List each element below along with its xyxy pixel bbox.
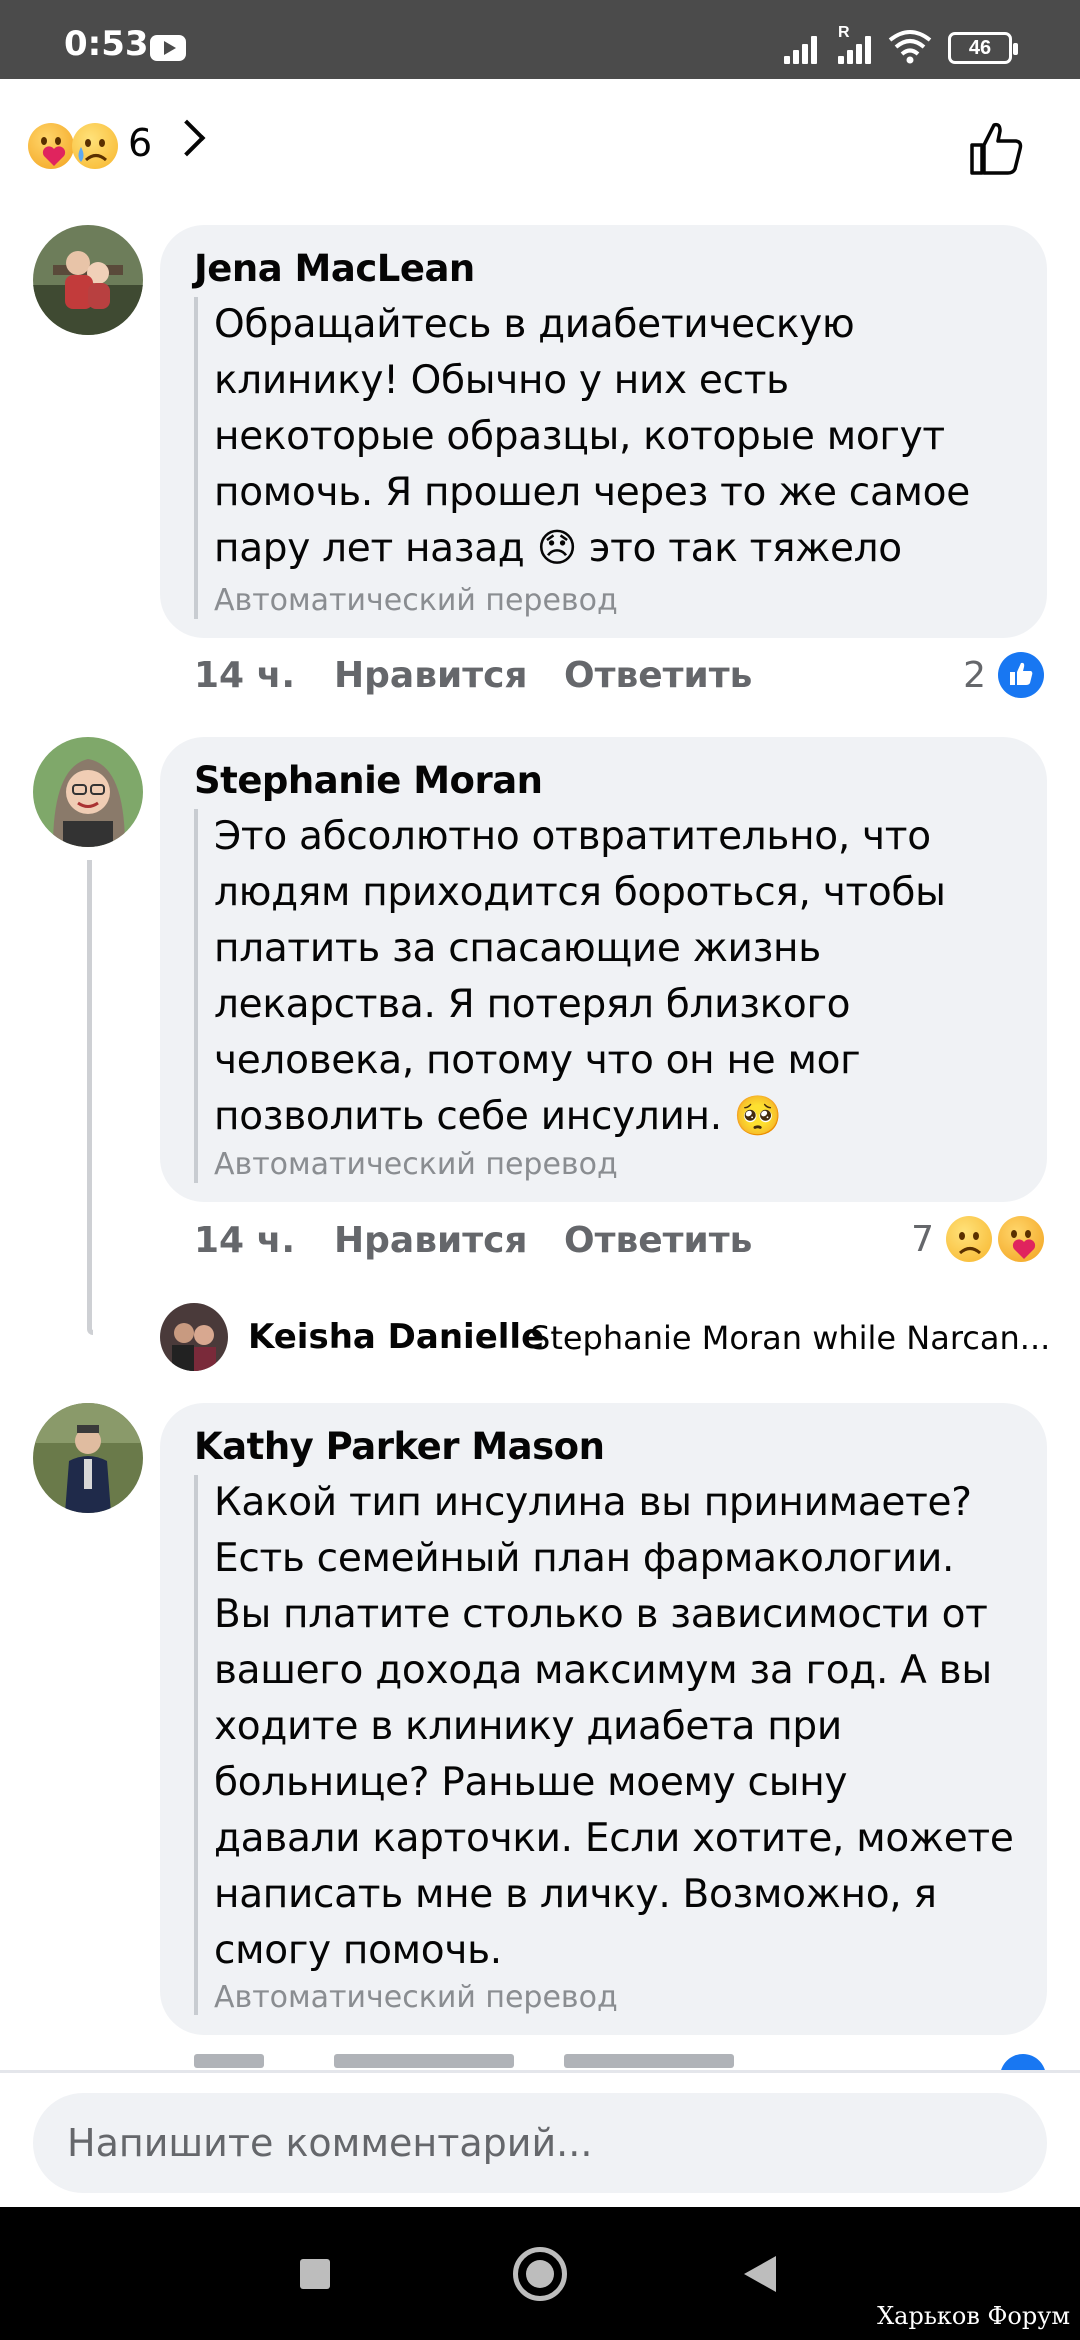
- avatar[interactable]: [33, 1403, 143, 1513]
- clipped-like-reaction-icon: [1000, 2054, 1046, 2070]
- reactions-count: 6: [128, 121, 153, 165]
- chevron-right-icon: [168, 119, 206, 157]
- hug-emoji-icon: [28, 123, 74, 169]
- comment-time: 14 ч.: [194, 1220, 296, 1261]
- clipped-time: [194, 2054, 264, 2068]
- like-reaction-icon: [998, 652, 1044, 698]
- auto-translated-label[interactable]: Автоматический перевод: [214, 583, 618, 618]
- auto-translated-label[interactable]: Автоматический перевод: [214, 1980, 618, 2015]
- comment-time: 14 ч.: [194, 655, 296, 696]
- youtube-notification-icon: [150, 35, 186, 61]
- wifi-icon: [888, 30, 932, 64]
- comment-input[interactable]: Напишите комментарий...: [33, 2093, 1047, 2193]
- status-bar: 0:53 R 46: [0, 0, 1080, 79]
- comment-author[interactable]: Jena MacLean: [194, 247, 475, 290]
- home-icon[interactable]: [513, 2247, 567, 2301]
- sad-tear-emoji-icon: [72, 123, 118, 169]
- comment-reactions[interactable]: 2: [963, 651, 1044, 699]
- like-button[interactable]: Нравится: [334, 655, 528, 696]
- reply-button[interactable]: Ответить: [564, 655, 752, 696]
- comment-text: Какой тип инсулина вы принимаете? Есть с…: [214, 1480, 1014, 1973]
- avatar[interactable]: [160, 1303, 228, 1371]
- quote-bar: [194, 809, 198, 1183]
- avatar[interactable]: [33, 225, 143, 335]
- reply-text: Stephanie Moran while Narcan...: [530, 1319, 1051, 1357]
- battery-indicator: 46: [948, 32, 1018, 64]
- reaction-count: 7: [911, 1218, 934, 1260]
- clipped-reply: [564, 2054, 734, 2068]
- quote-bar: [194, 297, 198, 619]
- hug-emoji-icon: [998, 1216, 1044, 1262]
- like-button[interactable]: Нравится: [334, 1220, 528, 1261]
- clipped-actions-row: [0, 2052, 1080, 2070]
- comment-actions: 14 ч. Нравится Ответить: [194, 655, 1080, 711]
- recent-apps-icon[interactable]: [300, 2259, 330, 2289]
- signal-icon: [780, 30, 824, 64]
- signal-roaming-icon: R: [834, 24, 878, 64]
- comment-bubble: Kathy Parker Mason Какой тип инсулина вы…: [160, 1403, 1047, 2035]
- comment-author[interactable]: Kathy Parker Mason: [194, 1425, 605, 1468]
- comment-bubble: Stephanie Moran Это абсолютно отвратител…: [160, 737, 1047, 1202]
- reply-author[interactable]: Keisha Danielle: [248, 1317, 544, 1357]
- comment-reactions[interactable]: 7: [911, 1215, 1044, 1263]
- comment-composer: Напишите комментарий...: [0, 2073, 1080, 2207]
- comment-author[interactable]: Stephanie Moran: [194, 759, 543, 802]
- reactions-header[interactable]: 6: [0, 79, 1080, 209]
- reply-preview[interactable]: Keisha Danielle Stephanie Moran while Na…: [160, 1303, 1060, 1373]
- auto-translated-label[interactable]: Автоматический перевод: [214, 1147, 618, 1182]
- like-outline-icon[interactable]: [966, 119, 1026, 179]
- reaction-count: 2: [963, 654, 986, 696]
- status-time: 0:53: [64, 24, 149, 64]
- comment-bubble: Jena MacLean Обращайтесь в диабетическую…: [160, 225, 1047, 638]
- sad-tear-emoji-icon: [946, 1216, 992, 1262]
- watermark: Харьков Форум: [877, 2302, 1070, 2330]
- avatar[interactable]: [33, 737, 143, 847]
- reply-button[interactable]: Ответить: [564, 1220, 752, 1261]
- comment-text: Обращайтесь в диабетическую клинику! Обы…: [214, 302, 970, 571]
- clipped-like: [334, 2054, 514, 2068]
- quote-bar: [194, 1475, 198, 2015]
- back-icon[interactable]: [744, 2256, 776, 2292]
- thread-line: [87, 860, 93, 1335]
- comment-text: Это абсолютно отвратительно, что людям п…: [214, 814, 946, 1139]
